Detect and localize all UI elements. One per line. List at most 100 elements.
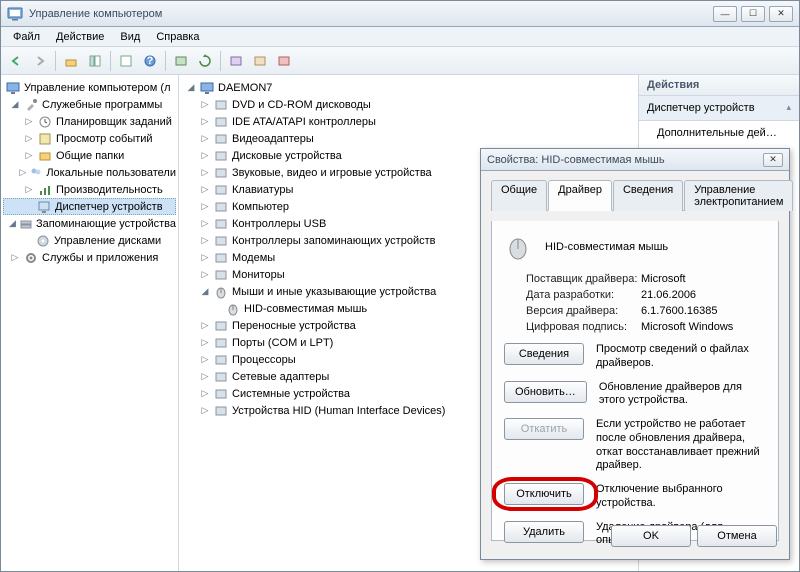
expand-icon[interactable]: ▷ [199,201,211,213]
mouse-icon [504,233,532,261]
expand-icon[interactable]: ▷ [23,150,35,162]
actions-more[interactable]: Дополнительные дей… [639,121,799,145]
tree-label: Системные устройства [232,388,350,400]
tab-general[interactable]: Общие [491,180,547,211]
expand-icon[interactable]: ▷ [199,116,211,128]
tree-label: Службы и приложения [42,252,158,264]
tree-sys-tools[interactable]: ◢ Служебные программы [3,96,176,113]
tab-details[interactable]: Сведения [613,180,683,211]
tree-label: Сетевые адаптеры [232,371,329,383]
refresh-button[interactable] [194,50,216,72]
expand-icon[interactable]: ▷ [199,405,211,417]
expand-icon[interactable]: ▷ [199,184,211,196]
expand-icon[interactable]: ▷ [199,320,211,332]
tree-label: Запоминающие устройства [36,218,176,230]
toolbar-separator [220,51,221,71]
actions-sub-header[interactable]: Диспетчер устройств ▴ [639,96,799,121]
row-rollback: Откатить Если устройство не работает пос… [504,418,766,473]
minimize-button[interactable]: — [713,6,737,22]
tree-device-manager[interactable]: Диспетчер устройств [3,198,176,215]
device-icon [213,114,229,130]
ok-button[interactable]: OK [611,525,691,547]
menu-view[interactable]: Вид [112,29,148,45]
help-button[interactable]: ? [139,50,161,72]
expand-icon[interactable]: ▷ [199,167,211,179]
tree-label: Контроллеры USB [232,218,326,230]
expand-icon[interactable]: ▷ [23,133,35,145]
device-icon [213,403,229,419]
info-label: Дата разработки: [526,289,641,301]
device-icon [213,335,229,351]
toolbar: ? [1,47,799,75]
device-category[interactable]: ▷ DVD и CD-ROM дисководы [181,96,636,113]
extra-button-3[interactable] [273,50,295,72]
back-button[interactable] [5,50,27,72]
expand-icon[interactable]: ▷ [199,150,211,162]
expand-icon[interactable]: ▷ [199,252,211,264]
extra-button-2[interactable] [249,50,271,72]
devmgr-icon [36,199,52,215]
forward-button[interactable] [29,50,51,72]
expand-icon[interactable]: ▷ [199,269,211,281]
info-value: Microsoft Windows [641,321,766,333]
close-button[interactable]: ✕ [769,6,793,22]
properties-button[interactable] [115,50,137,72]
tree-local-users[interactable]: ▷Локальные пользователи [3,164,176,181]
expand-icon[interactable]: ▷ [23,184,35,196]
tree-root[interactable]: Управление компьютером (л [3,79,176,96]
disk-icon [35,233,51,249]
maximize-button[interactable]: ☐ [741,6,765,22]
row-disable: Отключить Отключение выбранного устройст… [504,483,766,511]
expand-icon[interactable]: ▷ [199,388,211,400]
cancel-button[interactable]: Отмена [697,525,777,547]
tree-performance[interactable]: ▷Производительность [3,181,176,198]
tree-task-scheduler[interactable]: ▷Планировщик заданий [3,113,176,130]
disable-button[interactable]: Отключить [504,483,584,505]
tree-shared-folders[interactable]: ▷Общие папки [3,147,176,164]
tab-power[interactable]: Управление электропитанием [684,180,793,211]
tree-label: Компьютер [232,201,289,213]
tree-label: Мыши и иные указывающие устройства [232,286,436,298]
tree-storage[interactable]: ◢ Запоминающие устройства [3,215,176,232]
menu-action[interactable]: Действие [48,29,112,45]
details-button[interactable]: Сведения [504,343,584,365]
expand-icon[interactable]: ▷ [199,99,211,111]
expand-icon[interactable]: ▷ [9,252,21,264]
menu-help[interactable]: Справка [148,29,207,45]
services-icon [23,250,39,266]
up-button[interactable] [60,50,82,72]
tab-driver[interactable]: Драйвер [548,180,612,211]
tree-services[interactable]: ▷ Службы и приложения [3,249,176,266]
expand-icon[interactable]: ▷ [199,235,211,247]
dialog-close-button[interactable]: ✕ [763,153,783,167]
update-button[interactable]: Обновить… [504,381,587,403]
device-category[interactable]: ▷Видеоадаптеры [181,130,636,147]
device-icon [213,386,229,402]
dialog-title: Свойства: HID-совместимая мышь [487,154,763,166]
device-category[interactable]: ▷ IDE ATA/ATAPI контроллеры [181,113,636,130]
expand-icon[interactable]: ▷ [199,218,211,230]
tree-disk-mgmt[interactable]: Управление дисками [3,232,176,249]
menu-file[interactable]: Файл [5,29,48,45]
expand-icon[interactable]: ▷ [199,133,211,145]
expand-icon[interactable]: ▷ [199,354,211,366]
show-hide-tree-button[interactable] [84,50,106,72]
expand-icon[interactable]: ▷ [18,167,27,179]
expand-icon[interactable]: ▷ [199,371,211,383]
users-icon [29,165,43,181]
scan-button[interactable] [170,50,192,72]
collapse-icon[interactable]: ◢ [199,286,211,298]
device-icon [213,97,229,113]
device-root[interactable]: ◢ DAEMON7 [181,79,636,96]
expand-icon[interactable]: ▷ [23,116,35,128]
collapse-icon[interactable]: ◢ [185,82,197,94]
tree-event-viewer[interactable]: ▷Просмотр событий [3,130,176,147]
tree-label: DVD и CD-ROM дисководы [232,99,371,111]
collapse-icon[interactable]: ◢ [8,218,17,230]
info-provider: Поставщик драйвера:Microsoft [526,273,766,285]
collapse-icon[interactable]: ◢ [9,99,21,111]
tree-label: IDE ATA/ATAPI контроллеры [232,116,376,128]
expand-icon[interactable]: ▷ [199,337,211,349]
device-icon [213,318,229,334]
extra-button-1[interactable] [225,50,247,72]
